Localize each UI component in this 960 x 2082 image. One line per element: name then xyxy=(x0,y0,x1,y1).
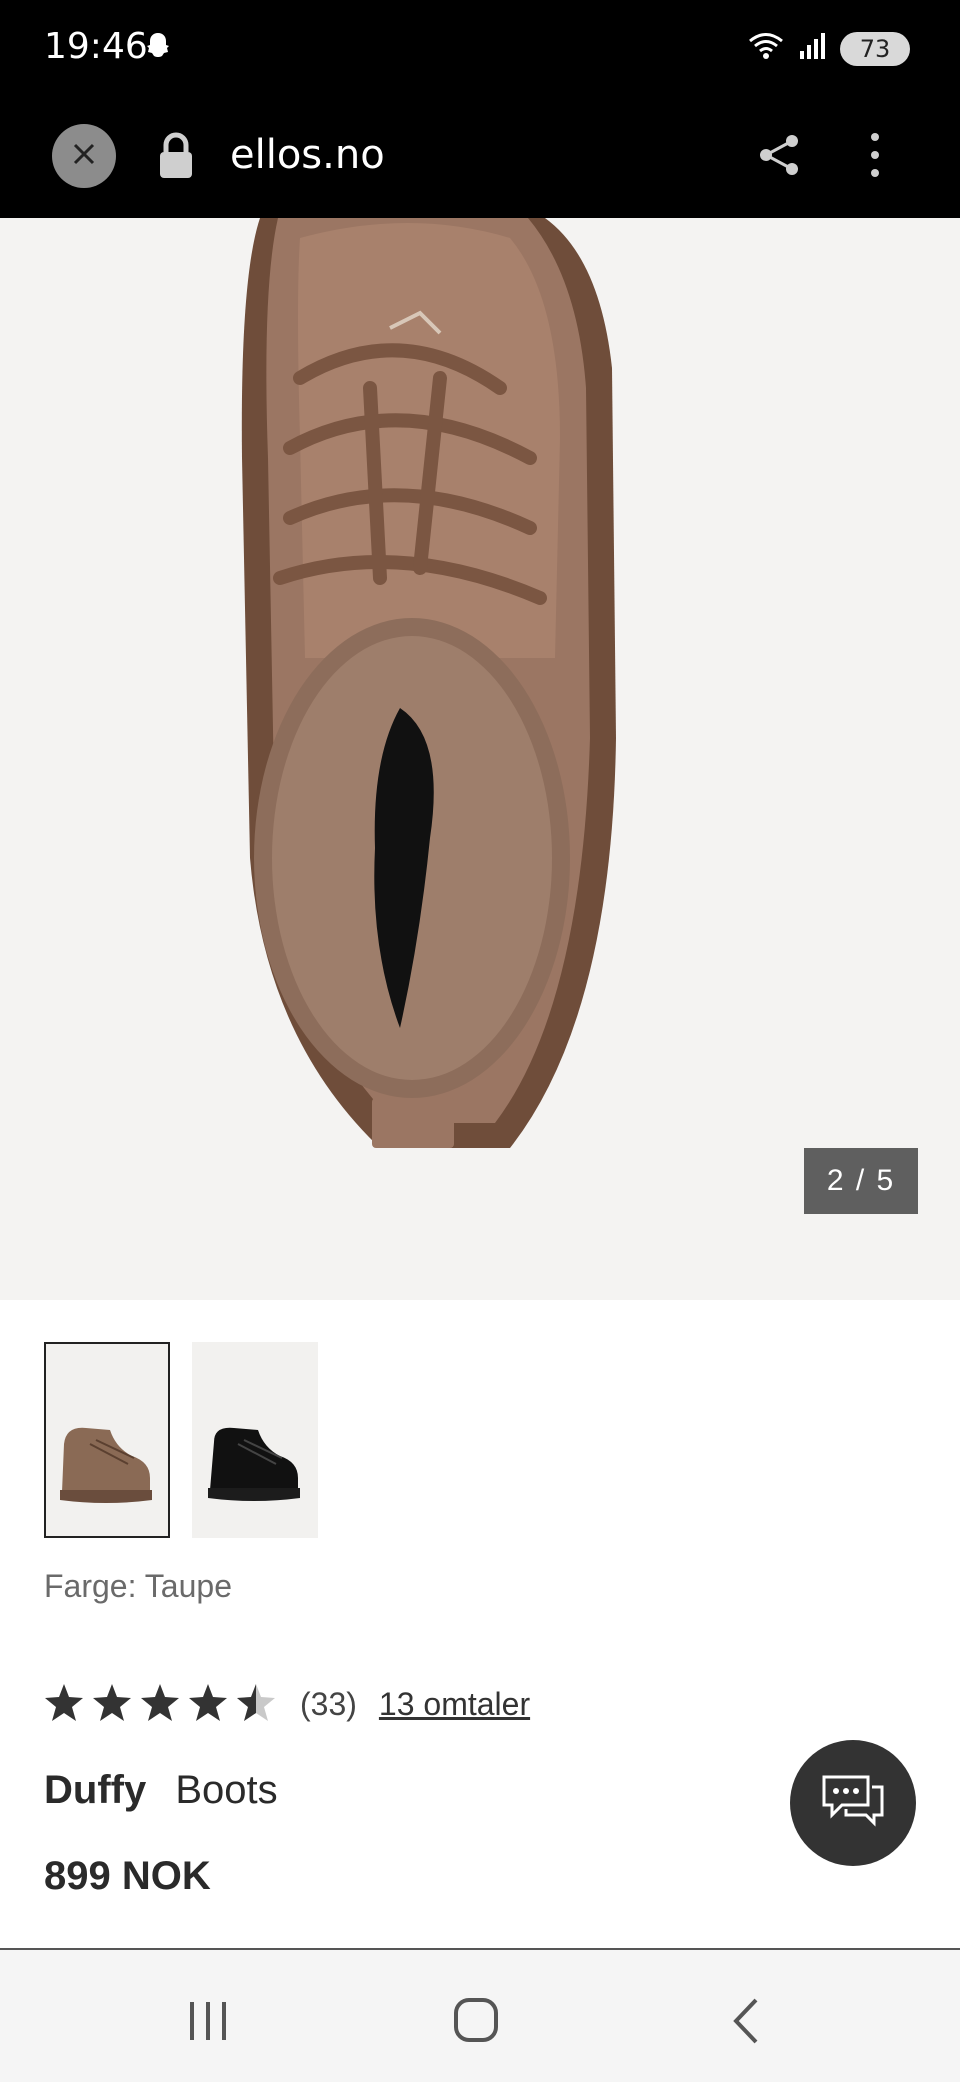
product-name: Boots xyxy=(175,1768,278,1812)
url-text[interactable]: ellos.no xyxy=(230,132,385,178)
share-icon[interactable] xyxy=(756,132,802,183)
star-rating-icon xyxy=(44,1680,280,1729)
chat-icon xyxy=(820,1771,886,1836)
reviews-link[interactable]: 13 omtaler xyxy=(379,1686,530,1723)
rating-row[interactable]: (33) 13 omtaler xyxy=(44,1680,530,1729)
wifi-icon xyxy=(746,30,786,67)
back-icon[interactable] xyxy=(726,1996,766,2051)
chat-button[interactable] xyxy=(790,1740,916,1866)
thumbnail-black[interactable] xyxy=(192,1342,318,1538)
battery-level: 73 xyxy=(859,34,891,63)
close-button[interactable] xyxy=(52,124,116,188)
product-title: Duffy Boots xyxy=(44,1768,278,1813)
browser-toolbar: ellos.no xyxy=(0,96,960,218)
status-bar: 19:46 73 xyxy=(0,0,960,96)
product-brand[interactable]: Duffy xyxy=(44,1768,146,1812)
close-icon xyxy=(71,141,97,172)
snapchat-icon xyxy=(142,30,174,67)
more-vertical-icon[interactable] xyxy=(868,130,882,185)
rating-count: (33) xyxy=(300,1686,357,1722)
system-nav-bar xyxy=(0,1948,960,2082)
image-counter: 2 / 5 xyxy=(804,1148,918,1214)
signal-icon xyxy=(798,31,828,66)
status-time: 19:46 xyxy=(44,26,148,67)
system-icons: 73 xyxy=(746,30,910,67)
home-icon[interactable] xyxy=(452,1996,502,2051)
battery-icon: 73 xyxy=(840,31,910,66)
recent-apps-icon[interactable] xyxy=(186,1998,232,2049)
thumbnail-taupe[interactable] xyxy=(44,1342,170,1538)
product-price: 899 NOK xyxy=(44,1854,211,1898)
lock-icon xyxy=(156,132,196,185)
product-image[interactable] xyxy=(0,218,960,1300)
color-label: Farge: Taupe xyxy=(44,1568,232,1604)
